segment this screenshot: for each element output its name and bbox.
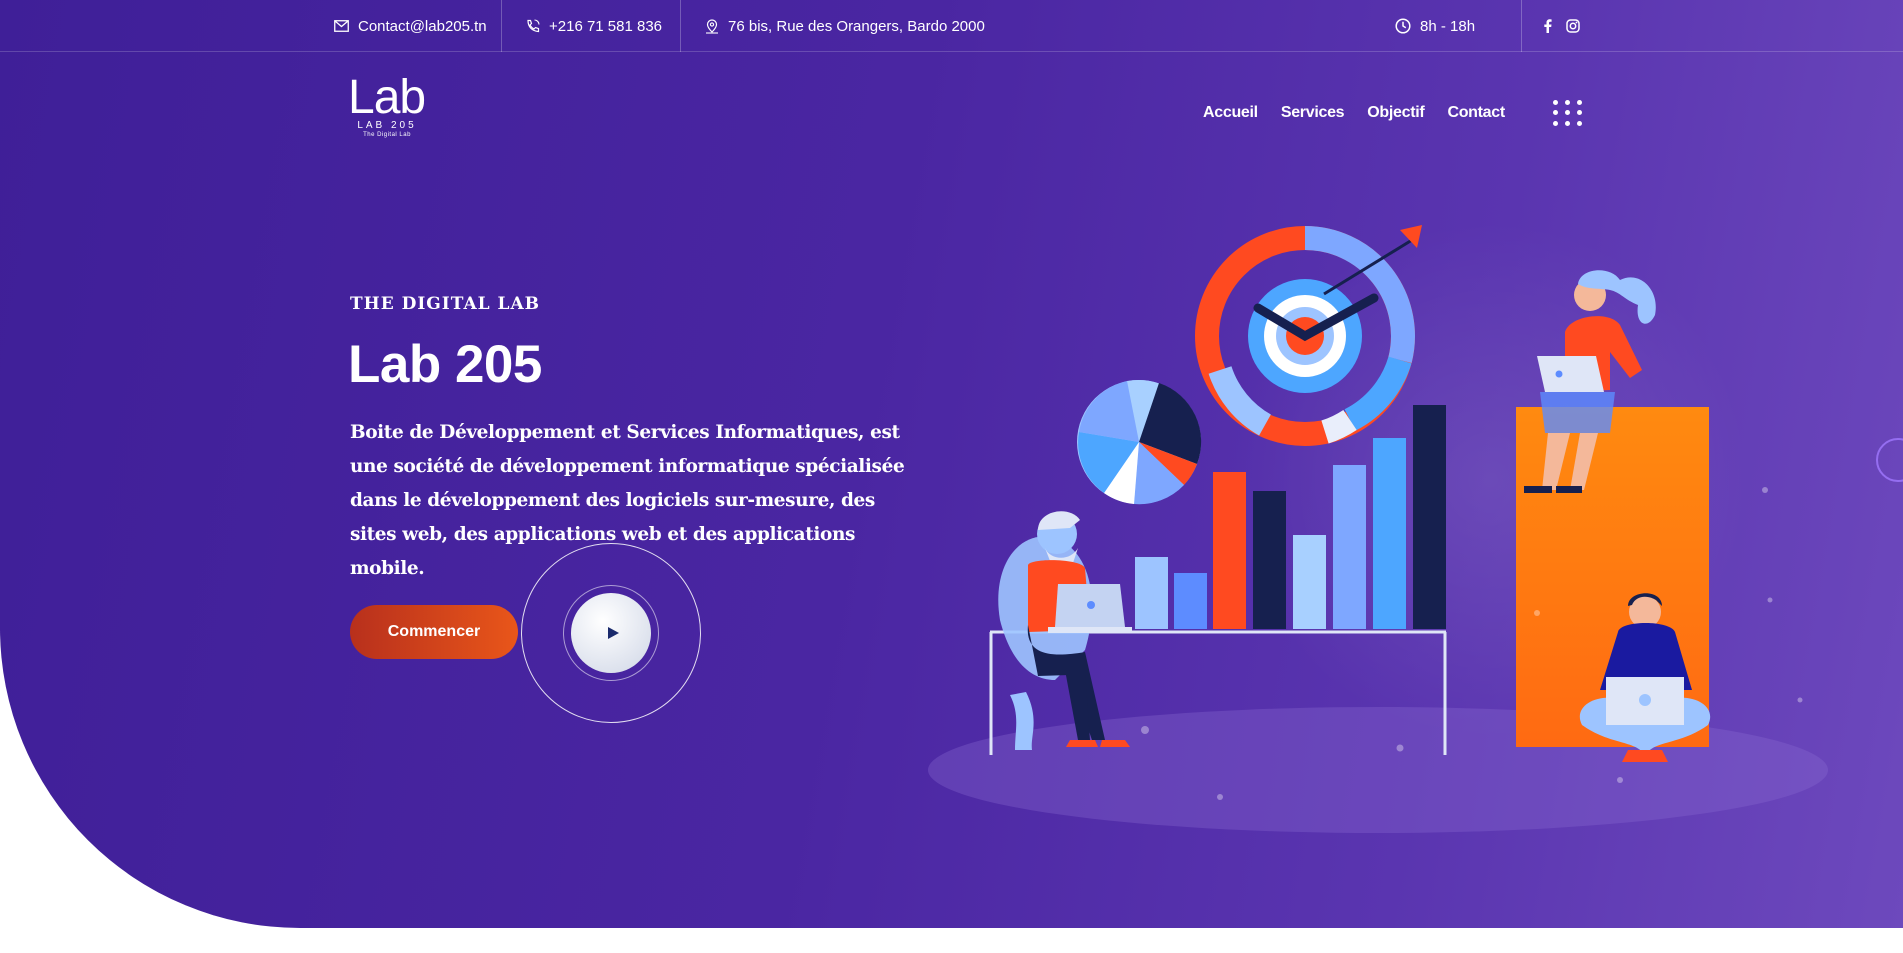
envelope-icon: [334, 20, 349, 32]
social-links: [1543, 0, 1580, 52]
menu-grid-icon[interactable]: [1553, 100, 1583, 126]
logo-subtitle: LAB 205: [357, 120, 417, 131]
phone-icon: [527, 19, 540, 33]
phone-text: +216 71 581 836: [549, 17, 663, 35]
phone-contact[interactable]: +216 71 581 836: [526, 0, 662, 52]
play-icon: [607, 627, 619, 639]
email-contact[interactable]: Contact@lab205.tn: [334, 0, 487, 52]
address-contact: 76 bis, Rue des Orangers, Bardo 2000: [705, 0, 985, 52]
divider: [1521, 0, 1522, 52]
address-text: 76 bis, Rue des Orangers, Bardo 2000: [728, 17, 985, 35]
hero-section: Contact@lab205.tn +216 71 581 836 76 bis…: [0, 0, 1903, 928]
email-text: Contact@lab205.tn: [358, 17, 487, 35]
nav-item-services[interactable]: Services: [1281, 104, 1345, 122]
nav-item-contact[interactable]: Contact: [1447, 104, 1505, 122]
divider: [680, 0, 681, 52]
logo-text: Lab: [348, 71, 426, 124]
hours-text: 8h - 18h: [1420, 17, 1476, 35]
location-pin-icon: [706, 18, 718, 34]
nav-item-objectif[interactable]: Objectif: [1367, 104, 1424, 122]
logo[interactable]: Lab LAB 205 The Digital Lab: [348, 71, 428, 140]
pie-chart-graphic: [1077, 379, 1202, 505]
divider: [501, 0, 502, 52]
top-bar: Contact@lab205.tn +216 71 581 836 76 bis…: [0, 0, 1903, 52]
main-nav: Accueil Services Objectif Contact: [1203, 104, 1505, 122]
hero-title: Lab 205: [348, 335, 542, 394]
hero-illustration: [928, 220, 1828, 833]
facebook-icon[interactable]: [1543, 19, 1552, 33]
clock-icon: [1395, 18, 1411, 34]
nav-item-accueil[interactable]: Accueil: [1203, 104, 1258, 122]
logo-tagline: The Digital Lab: [363, 132, 411, 138]
start-button[interactable]: Commencer: [350, 605, 518, 659]
hero-eyebrow: THE DIGITAL LAB: [350, 294, 541, 314]
instagram-icon[interactable]: [1566, 19, 1580, 33]
hours-info: 8h - 18h: [1395, 0, 1475, 52]
play-video-button[interactable]: [571, 593, 651, 673]
man-with-laptop-figure: [998, 511, 1132, 750]
scroll-indicator[interactable]: [1876, 438, 1903, 482]
